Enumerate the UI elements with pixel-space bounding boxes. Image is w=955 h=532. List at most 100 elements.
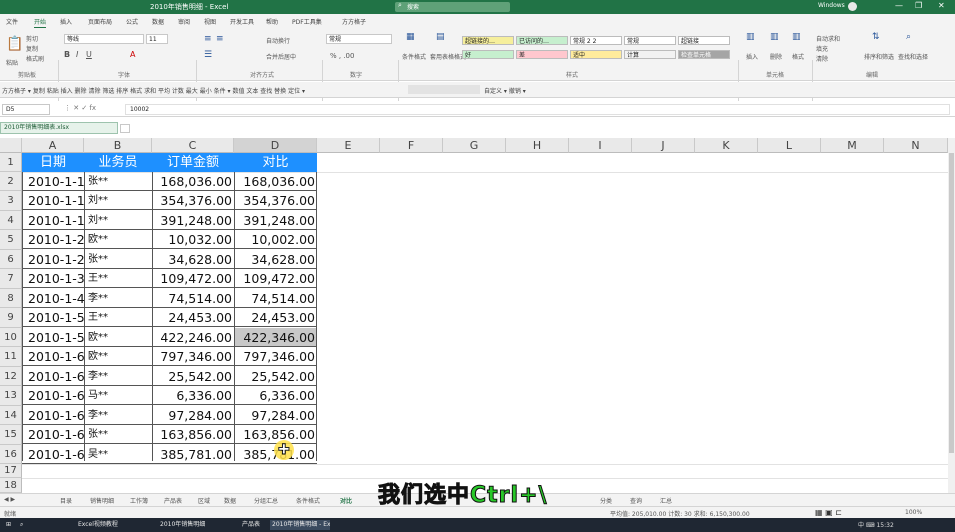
tab-file[interactable]: 文件 [6, 17, 18, 26]
row-header[interactable]: 14 [0, 406, 22, 425]
sheet-tab-active[interactable]: 对比 [340, 496, 352, 505]
underline-icon[interactable]: U [86, 50, 92, 59]
row-header[interactable]: 4 [0, 211, 22, 230]
cell-date[interactable]: 2010-1-6 [22, 445, 84, 464]
cell-salesperson[interactable]: 张** [84, 425, 152, 444]
avatar[interactable] [848, 2, 857, 11]
column-header-n[interactable]: N [884, 138, 948, 153]
row-header[interactable]: 17 [0, 464, 22, 478]
tab-pdf-tools[interactable]: PDF工具集 [292, 17, 322, 26]
cell-salesperson[interactable]: 李** [84, 406, 152, 425]
format-cells-icon[interactable]: ▥ [792, 32, 801, 42]
format-painter-button[interactable]: 格式刷 [26, 54, 44, 63]
cell-salesperson[interactable]: 王** [84, 308, 152, 327]
sheet-tab[interactable]: 数据 [224, 496, 236, 505]
style-calculation[interactable]: 计算 [624, 50, 676, 59]
tab-review[interactable]: 审阅 [178, 17, 190, 26]
tab-fangfang[interactable]: 方方格子 [342, 17, 366, 26]
formula-input[interactable]: 10002 [125, 104, 950, 115]
minimize-icon[interactable]: — [895, 1, 903, 10]
column-header-d[interactable]: D [234, 138, 317, 153]
new-tab-button[interactable] [120, 124, 130, 133]
cell-compare[interactable]: 74,514.00 [234, 289, 317, 308]
start-icon[interactable]: ⊞ [4, 520, 11, 530]
column-header-k[interactable]: K [695, 138, 758, 153]
column-header-f[interactable]: F [380, 138, 443, 153]
cell-salesperson[interactable]: 欧** [84, 328, 152, 347]
close-icon[interactable]: ✕ [938, 1, 945, 10]
cell-amount[interactable]: 6,336.00 [152, 386, 234, 405]
vertical-scrollbar[interactable] [948, 138, 955, 493]
font-size-select[interactable]: 11 [146, 34, 168, 44]
cell-amount[interactable]: 163,856.00 [152, 425, 234, 444]
cell-compare[interactable]: 34,628.00 [234, 250, 317, 269]
column-header-m[interactable]: M [821, 138, 884, 153]
cell-salesperson[interactable]: 欧** [84, 230, 152, 249]
cell-compare-selected[interactable]: 422,346.00 [234, 328, 317, 347]
cell-compare[interactable]: 24,453.00 [234, 308, 317, 327]
table-header-amount[interactable]: 订单金额 [152, 153, 234, 172]
cell-compare[interactable]: 10,002.00 [234, 230, 317, 249]
cell-date[interactable]: 2010-1-5 [22, 308, 84, 327]
row-header[interactable]: 7 [0, 269, 22, 289]
percent-icon[interactable]: % , .00 [330, 52, 354, 60]
tab-home[interactable]: 开始 [34, 17, 47, 28]
cell-amount[interactable]: 354,376.00 [152, 191, 234, 210]
style-check-cell[interactable]: 检查单元格 [678, 50, 730, 59]
cell-date[interactable]: 2010-1-2 [22, 230, 84, 249]
tab-view[interactable]: 视图 [204, 17, 216, 26]
style-neutral[interactable]: 适中 [570, 50, 622, 59]
row-header[interactable]: 3 [0, 191, 22, 211]
column-header-l[interactable]: L [758, 138, 821, 153]
sheet-tab[interactable]: 销售明细 [90, 496, 114, 505]
cell-compare[interactable]: 97,284.00 [234, 406, 317, 425]
zoom-level[interactable]: 100% [905, 509, 922, 516]
delete-cells-icon[interactable]: ▥ [770, 32, 779, 42]
conditional-format-icon[interactable]: ▦ [406, 32, 415, 42]
cell-date[interactable]: 2010-1-6 [22, 406, 84, 425]
sheet-nav-icon[interactable]: ◀ ▶ [4, 496, 15, 503]
tab-help[interactable]: 帮助 [266, 17, 278, 26]
cell-date[interactable]: 2010-1-6 [22, 386, 84, 405]
cell-amount[interactable]: 24,453.00 [152, 308, 234, 327]
row-header[interactable]: 18 [0, 478, 22, 493]
cell-salesperson[interactable]: 欧** [84, 347, 152, 366]
cell-salesperson[interactable]: 张** [84, 172, 152, 191]
row-header[interactable]: 13 [0, 386, 22, 406]
font-name-select[interactable]: 等线 [64, 34, 144, 44]
column-header-j[interactable]: J [632, 138, 695, 153]
cell-compare[interactable]: 168,036.00 [234, 172, 317, 191]
cell-amount[interactable]: 97,284.00 [152, 406, 234, 425]
qat-commands[interactable]: 方方格子 ▾ 复制 粘贴 插入 删除 清除 筛选 排序 格式 求和 平均 计数 … [2, 86, 407, 95]
cell-date[interactable]: 2010-1-3 [22, 269, 84, 288]
find-select-icon[interactable]: ⌕ [906, 32, 911, 42]
column-header-a[interactable]: A [22, 138, 84, 153]
format-as-table-button[interactable]: 套用表格格式 [430, 52, 466, 61]
align-top-icon[interactable]: ≡ [204, 34, 212, 44]
search-icon[interactable]: ⌕ [18, 520, 23, 530]
cell-date[interactable]: 2010-1-1 [22, 172, 84, 191]
row-header[interactable]: 5 [0, 230, 22, 250]
tab-developer[interactable]: 开发工具 [230, 17, 254, 26]
style-bad[interactable]: 差 [516, 50, 568, 59]
autosum-button[interactable]: 自动求和 [816, 34, 840, 43]
fill-button[interactable]: 填充 [816, 44, 828, 53]
cell-date[interactable]: 2010-1-4 [22, 289, 84, 308]
clear-button[interactable]: 清除 [816, 54, 828, 63]
format-as-table-icon[interactable]: ▤ [436, 32, 445, 42]
paste-button[interactable]: 粘贴 [6, 58, 18, 67]
cell-compare[interactable]: 25,542.00 [234, 367, 317, 386]
sheet-tab[interactable]: 分组汇总 [254, 496, 278, 505]
column-header-b[interactable]: B [84, 138, 152, 153]
table-header-date[interactable]: 日期 [22, 153, 84, 172]
row-header[interactable]: 8 [0, 289, 22, 308]
cell-amount[interactable]: 422,246.00 [152, 328, 234, 347]
style-hyperlink-2[interactable]: 超链接 [678, 36, 730, 45]
align-middle-icon[interactable]: ≡ [216, 34, 224, 44]
cell-amount[interactable]: 385,781.00 [152, 445, 234, 464]
cell-date[interactable]: 2010-1-6 [22, 367, 84, 386]
taskbar-item[interactable]: 2010年销售明细 [158, 520, 228, 530]
wrap-text-button[interactable]: 自动换行 [266, 36, 290, 45]
cell-compare[interactable]: 354,376.00 [234, 191, 317, 210]
copy-button[interactable]: 复制 [26, 44, 38, 53]
